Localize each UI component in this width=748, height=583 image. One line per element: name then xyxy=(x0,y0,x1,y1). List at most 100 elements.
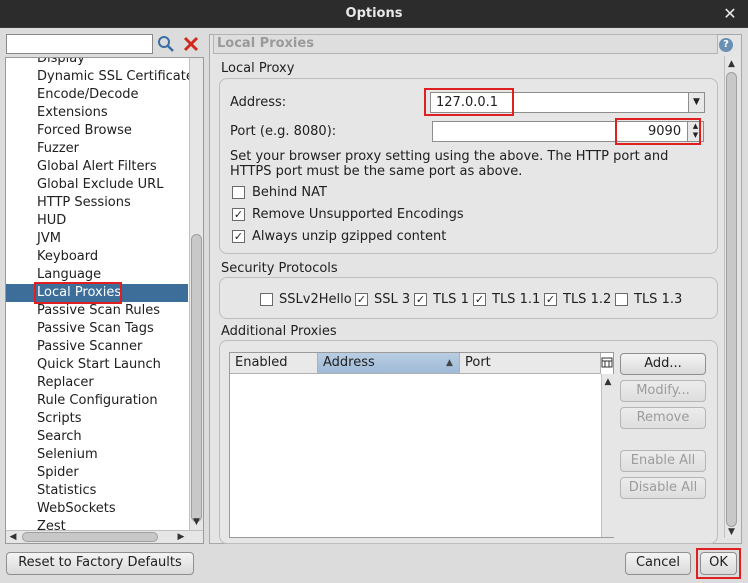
scroll-down-icon[interactable]: ▼ xyxy=(190,516,203,528)
sidebar-item-label: Scripts xyxy=(37,411,82,426)
sidebar-item-hud[interactable]: HUD xyxy=(37,212,66,230)
column-chooser-icon[interactable] xyxy=(601,355,613,371)
tree-horizontal-scrollbar[interactable]: ◀ ▶ xyxy=(6,530,203,543)
column-address-label: Address xyxy=(323,355,375,370)
table-scroll-up-icon[interactable]: ▲ xyxy=(602,376,614,388)
sidebar-item-label: Extensions xyxy=(37,105,108,120)
sidebar-item-label: Global Exclude URL xyxy=(37,177,164,192)
column-port[interactable]: Port xyxy=(460,353,601,374)
sidebar-item-label: Spider xyxy=(37,465,79,480)
sidebar-item-http-sessions[interactable]: HTTP Sessions xyxy=(37,194,131,212)
sidebar-item-websockets[interactable]: WebSockets xyxy=(37,500,116,518)
close-icon[interactable]: ✕ xyxy=(720,0,740,28)
sidebar-item-label: JVM xyxy=(37,231,61,246)
protocol-label: SSL 3 xyxy=(374,292,411,307)
panel-vertical-scrollbar[interactable]: ▲ ▼ xyxy=(724,56,738,538)
sidebar-item-label: HTTP Sessions xyxy=(37,195,131,210)
help-icon[interactable]: ? xyxy=(719,38,733,52)
sidebar-item-label: Selenium xyxy=(37,447,98,462)
cancel-button[interactable]: Cancel xyxy=(625,552,691,575)
column-enabled[interactable]: Enabled xyxy=(230,353,318,374)
checkbox[interactable] xyxy=(232,186,245,199)
add-proxy-button[interactable]: Add... xyxy=(620,353,706,375)
panel-scroll-thumb[interactable] xyxy=(726,72,737,527)
checkbox[interactable]: ✓ xyxy=(355,293,368,306)
sidebar-item-global-exclude-url[interactable]: Global Exclude URL xyxy=(37,176,163,194)
column-port-label: Port xyxy=(465,355,491,370)
checkbox[interactable]: ✓ xyxy=(414,293,427,306)
sidebar-item-label: Passive Scan Rules xyxy=(37,303,161,318)
reset-defaults-button[interactable]: Reset to Factory Defaults xyxy=(6,552,194,575)
option-label: Behind NAT xyxy=(252,185,327,200)
sidebar-item-replacer[interactable]: Replacer xyxy=(37,374,94,392)
sidebar-item-global-alert-filters[interactable]: Global Alert Filters xyxy=(37,158,157,176)
tree-vertical-scrollbar[interactable]: ▼ xyxy=(189,58,203,530)
options-tree[interactable]: Display Dynamic SSL Certificates Encode/De… xyxy=(5,57,204,544)
sidebar-item-fuzzer[interactable]: Fuzzer xyxy=(37,140,79,158)
sidebar-item-forced-browse[interactable]: Forced Browse xyxy=(37,122,132,140)
table-vertical-scrollbar[interactable]: ▲ xyxy=(601,374,614,537)
protocol-label: TLS 1.3 xyxy=(634,292,683,307)
search-input[interactable] xyxy=(6,34,153,54)
sidebar-item-keyboard[interactable]: Keyboard xyxy=(37,248,98,266)
option-label: Always unzip gzipped content xyxy=(252,229,447,244)
sidebar-item-jvm[interactable]: JVM xyxy=(37,230,61,248)
sidebar-item-label: WebSockets xyxy=(37,501,116,516)
protocol-label: SSLv2Hello xyxy=(279,292,352,307)
sidebar-item-rule-configuration[interactable]: Rule Configuration xyxy=(37,392,158,410)
enable-all-button[interactable]: Enable All xyxy=(620,450,706,472)
proxy-help-text-1: Set your browser proxy setting using the… xyxy=(230,149,669,164)
sidebar-item-encode-decode[interactable]: Encode/Decode xyxy=(37,86,139,104)
address-dropdown-button[interactable]: ▼ xyxy=(688,93,704,112)
sidebar-item-selenium[interactable]: Selenium xyxy=(37,446,98,464)
address-value: 127.0.0.1 xyxy=(436,95,499,110)
checkbox[interactable]: ✓ xyxy=(232,208,245,221)
sidebar-item-extensions[interactable]: Extensions xyxy=(37,104,108,122)
proxy-help-text-2: HTTPS port must be the same port as abov… xyxy=(230,164,523,179)
column-address[interactable]: Address ▲ xyxy=(318,353,460,374)
sidebar-item-local-proxies[interactable]: Local Proxies xyxy=(6,282,188,304)
checkbox[interactable] xyxy=(260,293,273,306)
remove-proxy-button[interactable]: Remove xyxy=(620,407,706,429)
protocol-label: TLS 1.2 xyxy=(563,292,612,307)
panel-scroll-down-icon[interactable]: ▼ xyxy=(725,526,738,538)
sidebar-item-display[interactable]: Display xyxy=(37,58,85,68)
sidebar-item-passive-scan-tags[interactable]: Passive Scan Tags xyxy=(37,320,154,338)
protocol-label: TLS 1 xyxy=(433,292,469,307)
address-label: Address: xyxy=(230,95,287,110)
column-enabled-label: Enabled xyxy=(235,355,288,370)
scroll-right-icon[interactable]: ▶ xyxy=(175,531,187,543)
tree-hscroll-thumb[interactable] xyxy=(22,532,158,542)
sidebar-item-label: Forced Browse xyxy=(37,123,132,138)
sidebar-item-search[interactable]: Search xyxy=(37,428,82,446)
sidebar-item-passive-scan-rules[interactable]: Passive Scan Rules xyxy=(37,302,160,320)
sidebar-item-label: Encode/Decode xyxy=(37,87,139,102)
sidebar-item-statistics[interactable]: Statistics xyxy=(37,482,96,500)
search-icon[interactable] xyxy=(157,35,175,53)
additional-proxies-table[interactable]: Enabled Address ▲ Port ▲ xyxy=(229,352,614,538)
sidebar-item-label: Global Alert Filters xyxy=(37,159,157,174)
scroll-left-icon[interactable]: ◀ xyxy=(7,531,19,543)
port-label: Port (e.g. 8080): xyxy=(230,124,337,139)
sidebar-item-scripts[interactable]: Scripts xyxy=(37,410,81,428)
disable-all-button[interactable]: Disable All xyxy=(620,477,706,499)
checkbox[interactable]: ✓ xyxy=(473,293,486,306)
sidebar-item-quick-start-launch[interactable]: Quick Start Launch xyxy=(37,356,161,374)
sidebar-item-spider[interactable]: Spider xyxy=(37,464,79,482)
checkbox[interactable] xyxy=(615,293,628,306)
sidebar-item-label: Replacer xyxy=(37,375,94,390)
tree-scroll-thumb[interactable] xyxy=(191,234,202,522)
modify-proxy-button[interactable]: Modify... xyxy=(620,380,706,402)
checkbox[interactable]: ✓ xyxy=(544,293,557,306)
checkbox[interactable]: ✓ xyxy=(232,230,245,243)
sidebar-item-label: Statistics xyxy=(37,483,97,498)
selected-item-highlight xyxy=(34,282,122,304)
sidebar-item-label: Dynamic SSL Certificates xyxy=(37,69,201,84)
ok-highlight xyxy=(696,548,741,579)
sidebar-item-passive-scanner[interactable]: Passive Scanner xyxy=(37,338,142,356)
panel-scroll-up-icon[interactable]: ▲ xyxy=(725,58,738,70)
security-group-title: Security Protocols xyxy=(221,261,338,276)
protocol-label: TLS 1.1 xyxy=(492,292,541,307)
clear-search-icon[interactable] xyxy=(182,35,200,53)
sidebar-item-dynamic-ssl-certificates[interactable]: Dynamic SSL Certificates xyxy=(37,68,201,86)
